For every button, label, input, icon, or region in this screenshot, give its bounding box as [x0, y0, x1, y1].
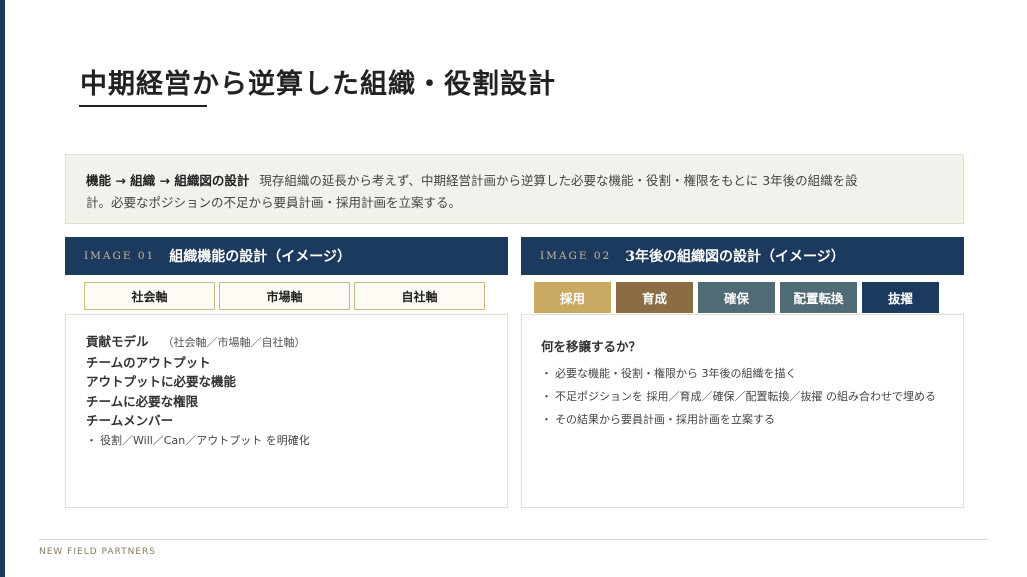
list-item: チームに必要な権限 [86, 393, 199, 409]
left-accent-bar [0, 0, 5, 577]
bullet-text: 役割／Will／Can／アウトプット を明確化 [100, 433, 310, 447]
bullet-dot-icon: ・ [541, 367, 552, 380]
list-item: チームメンバー [86, 413, 174, 428]
phase-secure: 確保 [698, 282, 775, 313]
right-panel-title: 3年後の組織図の設計（イメージ） [625, 249, 845, 265]
phase-reassign: 配置転換 [780, 282, 857, 313]
bullet-text: 必要な機能・役割・権限から 3年後の組織を描く [555, 367, 797, 380]
summary-line2: 計。必要なポジションの不足から要員計画・採用計画を立案する。 [86, 195, 462, 210]
question-heading: 何を移譲するか？ [541, 339, 642, 354]
footer-divider [39, 539, 989, 540]
phase-promote: 抜擢 [862, 282, 939, 313]
summary-box: 機能 → 組織 → 組織図の設計 現存組織の延長から考えず、中期経営計画から逆算し… [65, 154, 964, 224]
summary-lead: 機能 → 組織 → 組織図の設計 [86, 173, 250, 188]
item-note: （社会軸／市場軸／自社軸） [162, 336, 306, 349]
left-panel-tag: IMAGE 01 [84, 250, 156, 262]
page-title: 中期経営から逆算した組織・役割設計 [80, 69, 556, 100]
right-panel-tag: IMAGE 02 [540, 250, 612, 262]
right-bullet: ・必要な機能・役割・権限から 3年後の組織を描く [541, 364, 963, 384]
bullet-dot-icon: ・ [86, 433, 97, 447]
phase-develop: 育成 [616, 282, 693, 313]
bullet-text: その結果から要員計画・採用計画を立案する [555, 413, 775, 426]
title-underline [79, 105, 207, 107]
right-bullet: ・その結果から要員計画・採用計画を立案する [541, 410, 963, 430]
right-panel-header: IMAGE 02 3年後の組織図の設計（イメージ） [521, 237, 964, 275]
left-bullet: ・役割／Will／Can／アウトプット を明確化 [86, 432, 507, 450]
right-bullet: ・不足ポジションを 採用／育成／確保／配置転換／抜擢 の組み合わせで埋める [541, 387, 963, 407]
summary-line1: 現存組織の延長から考えず、中期経営計画から逆算した必要な機能・役割・権限をもとに… [259, 173, 858, 188]
bullet-dot-icon: ・ [541, 413, 552, 426]
item-label: 貢献モデル [86, 334, 149, 349]
right-panel-body: 何を移譲するか？ ・必要な機能・役割・権限から 3年後の組織を描く ・不足ポジシ… [521, 314, 964, 508]
bullet-text: 不足ポジションを 採用／育成／確保／配置転換／抜擢 の組み合わせで埋める [555, 390, 936, 403]
phase-hire: 採用 [534, 282, 611, 313]
list-item: チームのアウトプット [86, 354, 211, 370]
list-item: アウトプットに必要な機能 [86, 374, 237, 389]
axis-social: 社会軸 [84, 282, 215, 310]
phase-row: 採用 育成 確保 配置転換 抜擢 [534, 282, 939, 313]
axis-market: 市場軸 [219, 282, 350, 310]
left-panel-header: IMAGE 01 組織機能の設計（イメージ） [65, 237, 508, 275]
bullet-dot-icon: ・ [541, 390, 552, 403]
left-panel-title: 組織機能の設計（イメージ） [169, 249, 351, 265]
axis-company: 自社軸 [354, 282, 485, 310]
left-panel-body: 貢献モデル （社会軸／市場軸／自社軸） チームのアウトプット アウトプットに必要な… [65, 314, 508, 508]
axis-row: 社会軸 市場軸 自社軸 [84, 282, 485, 310]
footer-brand: NEW FIELD PARTNERS [39, 547, 156, 557]
list-item: 貢献モデル （社会軸／市場軸／自社軸） [86, 332, 507, 353]
